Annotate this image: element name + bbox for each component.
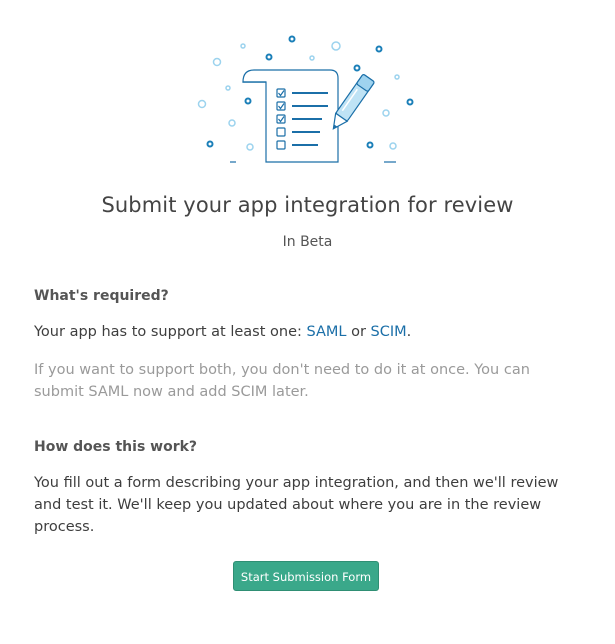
requirements-text: Your app has to support at least one: SA… [34,321,579,343]
requirements-or: or [346,324,371,340]
requirements-note: If you want to support both, you don't n… [34,362,530,400]
requirements-period: . [406,324,412,340]
how-heading: How does this work? [34,439,198,455]
how-description: You fill out a form describing your app … [34,475,559,535]
scim-link[interactable]: SCIM [371,324,407,340]
beta-label: In Beta [282,234,333,250]
checklist-document-with-pen-icon [197,35,414,163]
requirements-heading: What's required? [34,288,169,304]
start-submission-button[interactable]: Start Submission Form [233,561,379,591]
page-title: Submit your app integration for review [101,193,514,217]
saml-link[interactable]: SAML [307,324,347,340]
requirements-prefix: Your app has to support at least one: [34,324,307,340]
